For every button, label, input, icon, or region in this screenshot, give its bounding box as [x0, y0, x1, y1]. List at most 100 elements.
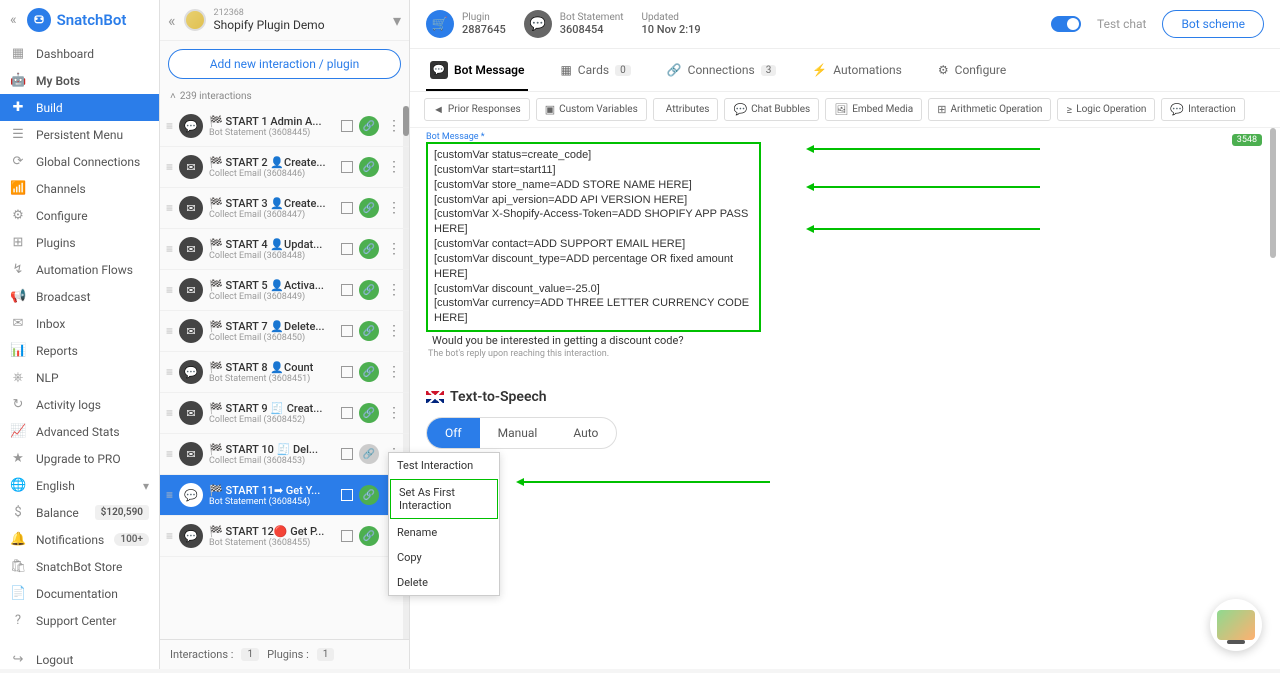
tool-arithmetic-operation[interactable]: ⊞Arithmetic Operation [928, 98, 1051, 121]
ctx-delete[interactable]: Delete [389, 570, 499, 595]
ctx-set-as-first-interaction[interactable]: Set As First Interaction [390, 479, 498, 519]
interaction-checkbox[interactable] [341, 489, 353, 501]
nav-configure[interactable]: ⚙Configure [0, 202, 159, 229]
nav-advanced-stats[interactable]: 📈Advanced Stats [0, 418, 159, 445]
drag-handle-icon[interactable]: ≡ [166, 447, 173, 461]
message-scrollbar[interactable] [1270, 128, 1276, 258]
nav-inbox[interactable]: ✉Inbox [0, 310, 159, 337]
tts-auto-button[interactable]: Auto [555, 418, 616, 448]
tool-logic-operation[interactable]: ≥Logic Operation [1057, 98, 1155, 121]
drag-handle-icon[interactable]: ≡ [166, 365, 173, 379]
interaction-item[interactable]: ≡💬🏁 START 1 Admin A...Bot Statement (360… [160, 106, 409, 147]
collapse-sidebar-icon[interactable]: « [10, 12, 17, 28]
nav-persistent-menu[interactable]: ☰Persistent Menu [0, 121, 159, 148]
interaction-checkbox[interactable] [341, 530, 353, 542]
nav-automation-flows[interactable]: ↯Automation Flows [0, 256, 159, 283]
more-icon[interactable]: ⋮ [385, 241, 403, 257]
interaction-item[interactable]: ≡✉🏁 START 10 🧾 Del...Collect Email (3608… [160, 434, 409, 475]
ctx-rename[interactable]: Rename [389, 520, 499, 545]
interaction-checkbox[interactable] [341, 120, 353, 132]
back-icon[interactable]: « [168, 11, 176, 30]
interaction-item[interactable]: ≡✉🏁 START 4 👤Updat...Collect Email (3608… [160, 229, 409, 270]
bot-message-textarea[interactable]: [customVar status=create_code][customVar… [426, 142, 761, 332]
nav-notifications[interactable]: 🔔Notifications100+ [0, 526, 159, 553]
nav-activity-logs[interactable]: ↻Activity logs [0, 391, 159, 418]
nav-channels[interactable]: 📶Channels [0, 175, 159, 202]
link-icon[interactable]: 🔗 [359, 198, 379, 218]
test-chat-toggle[interactable] [1051, 16, 1081, 32]
nav-dashboard[interactable]: ▦Dashboard [0, 40, 159, 67]
link-icon[interactable]: 🔗 [359, 280, 379, 300]
interaction-checkbox[interactable] [341, 284, 353, 296]
nav-global-connections[interactable]: ⟳Global Connections [0, 148, 159, 175]
more-icon[interactable]: ⋮ [385, 282, 403, 298]
nav-my-bots[interactable]: 🤖My Bots [0, 67, 159, 94]
link-icon[interactable]: 🔗 [359, 239, 379, 259]
ctx-test-interaction[interactable]: Test Interaction [389, 453, 499, 478]
ctx-copy[interactable]: Copy [389, 545, 499, 570]
nav-english[interactable]: 🌐English▾ [0, 472, 159, 499]
tab-cards[interactable]: ▦ Cards 0 [556, 51, 634, 89]
drag-handle-icon[interactable]: ≡ [166, 201, 173, 215]
bot-scheme-button[interactable]: Bot scheme [1162, 10, 1264, 38]
interaction-checkbox[interactable] [341, 366, 353, 378]
tool-embed-media[interactable]: 🖼Embed Media [825, 98, 922, 121]
link-icon[interactable]: 🔗 [359, 116, 379, 136]
more-icon[interactable]: ⋮ [385, 323, 403, 339]
more-icon[interactable]: ⋮ [385, 405, 403, 421]
interaction-item[interactable]: ≡✉🏁 START 7 👤Delete...Collect Email (360… [160, 311, 409, 352]
nav-plugins[interactable]: ⊞Plugins [0, 229, 159, 256]
collapse-list-icon[interactable]: ˄ [170, 91, 176, 102]
interaction-item[interactable]: ≡✉🏁 START 3 👤Create...Collect Email (360… [160, 188, 409, 229]
drag-handle-icon[interactable]: ≡ [166, 119, 173, 133]
drag-handle-icon[interactable]: ≡ [166, 242, 173, 256]
drag-handle-icon[interactable]: ≡ [166, 283, 173, 297]
link-icon[interactable]: 🔗 [359, 485, 379, 505]
tab-automations[interactable]: ⚡ Automations [808, 51, 906, 89]
interaction-checkbox[interactable] [341, 161, 353, 173]
tab-connections[interactable]: 🔗 Connections 3 [663, 51, 781, 89]
link-icon[interactable]: 🔗 [359, 321, 379, 341]
drag-handle-icon[interactable]: ≡ [166, 488, 173, 502]
interaction-checkbox[interactable] [341, 243, 353, 255]
more-icon[interactable]: ⋮ [385, 118, 403, 134]
drag-handle-icon[interactable]: ≡ [166, 529, 173, 543]
tts-manual-button[interactable]: Manual [480, 418, 556, 448]
interaction-checkbox[interactable] [341, 448, 353, 460]
tool-interaction[interactable]: 💬Interaction [1161, 98, 1244, 121]
tool-attributes[interactable]: Attributes [653, 98, 719, 121]
link-icon[interactable]: 🔗 [359, 157, 379, 177]
interaction-item[interactable]: ≡✉🏁 START 5 👤Activa...Collect Email (360… [160, 270, 409, 311]
nav-reports[interactable]: 📊Reports [0, 337, 159, 364]
interaction-item[interactable]: ≡💬🏁 START 12🔴 Get P...Bot Statement (360… [160, 516, 409, 557]
link-icon[interactable]: 🔗 [359, 362, 379, 382]
interaction-item[interactable]: ≡✉🏁 START 2 👤Create...Collect Email (360… [160, 147, 409, 188]
help-fab[interactable] [1210, 599, 1262, 651]
nav-upgrade-to-pro[interactable]: ★Upgrade to PRO [0, 445, 159, 472]
more-icon[interactable]: ⋮ [385, 159, 403, 175]
drag-handle-icon[interactable]: ≡ [166, 160, 173, 174]
link-icon[interactable]: 🔗 [359, 403, 379, 423]
interaction-item[interactable]: ≡✉🏁 START 9 🧾 Creat...Collect Email (360… [160, 393, 409, 434]
add-interaction-button[interactable]: Add new interaction / plugin [168, 49, 401, 79]
drag-handle-icon[interactable]: ≡ [166, 324, 173, 338]
nav-support-center[interactable]: ?Support Center [0, 607, 159, 634]
interaction-checkbox[interactable] [341, 407, 353, 419]
nav-balance[interactable]: $Balance$120,590 [0, 499, 159, 526]
tool-chat-bubbles[interactable]: 💬Chat Bubbles [724, 98, 819, 121]
tool-custom-variables[interactable]: ▣Custom Variables [536, 98, 647, 121]
interaction-checkbox[interactable] [341, 325, 353, 337]
tool-prior-responses[interactable]: ◄Prior Responses [424, 98, 530, 121]
nav-build[interactable]: ✚Build [0, 94, 159, 121]
nav-documentation[interactable]: 📄Documentation [0, 580, 159, 607]
drag-handle-icon[interactable]: ≡ [166, 406, 173, 420]
bot-dropdown-icon[interactable]: ▾ [393, 11, 401, 30]
interaction-item[interactable]: ≡💬🏁 START 8 👤CountBot Statement (3608451… [160, 352, 409, 393]
tts-off-button[interactable]: Off [427, 418, 480, 448]
nav-nlp[interactable]: ⎈NLP [0, 364, 159, 391]
more-icon[interactable]: ⋮ [385, 364, 403, 380]
link-icon[interactable]: 🔗 [359, 444, 379, 464]
link-icon[interactable]: 🔗 [359, 526, 379, 546]
tab-bot-message[interactable]: 💬 Bot Message [426, 49, 528, 91]
nav-broadcast[interactable]: 📢Broadcast [0, 283, 159, 310]
